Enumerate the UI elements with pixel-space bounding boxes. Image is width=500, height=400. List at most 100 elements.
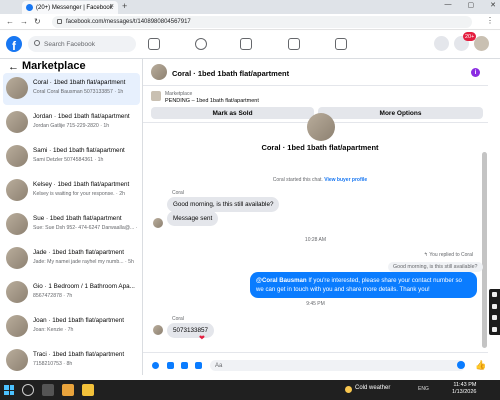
conversation-thumbnail — [6, 111, 28, 133]
facebook-favicon-icon — [26, 4, 33, 11]
clock-time: 11:43 PM — [453, 382, 477, 388]
sender-avatar[interactable] — [153, 325, 163, 335]
clock-date: 1/13/2026 — [452, 389, 477, 395]
file-explorer-icon[interactable] — [82, 384, 94, 396]
screenshot-icon[interactable] — [492, 303, 497, 309]
conversation-title: Sue · 1bed 1bath flat/apartment — [33, 215, 122, 222]
camera-icon[interactable] — [492, 292, 497, 298]
marketplace-icon[interactable] — [288, 38, 300, 50]
conversation-title: Sami · 1bed 1bath flat/apartment — [33, 147, 125, 154]
photo-icon[interactable] — [167, 362, 174, 369]
gaming-icon[interactable] — [335, 38, 347, 50]
language-indicator[interactable]: ENG — [418, 386, 429, 392]
sender-name: Coral — [172, 316, 184, 322]
conversation-item[interactable]: Jordan · 1bed 1bath flat/apartment Jordan… — [3, 107, 140, 139]
conversation-title: Jade · 1bed 1bath flat/apartment — [33, 249, 125, 256]
lock-icon — [57, 19, 62, 24]
close-tab-icon[interactable]: × — [110, 3, 114, 10]
started-text: Coral started this chat. — [272, 177, 323, 183]
conversation-thumbnail — [6, 349, 28, 371]
conversation-thumbnail — [6, 315, 28, 337]
message-input[interactable]: Aa — [210, 360, 465, 371]
profile-avatar[interactable] — [474, 36, 489, 51]
conversation-item[interactable]: Coral · 1bed 1bath flat/apartment Coral C… — [3, 73, 140, 105]
info-icon[interactable]: i — [471, 68, 480, 77]
settings-icon[interactable] — [492, 315, 497, 321]
mention[interactable]: @Coral Bausman — [256, 277, 307, 284]
gif-icon[interactable] — [195, 362, 202, 369]
conversation-title: Coral · 1bed 1bath flat/apartment — [261, 143, 379, 152]
quoted-message[interactable]: Good morning, is this still available? — [388, 262, 483, 272]
forward-button[interactable]: → — [20, 17, 28, 26]
weather-text[interactable]: Cold weather — [355, 385, 390, 391]
chrome-icon[interactable] — [62, 384, 74, 396]
conversation-item[interactable]: Joan · 1bed 1bath flat/apartment Joan: Ke… — [3, 311, 140, 343]
sender-name: Coral — [172, 190, 184, 196]
home-icon[interactable] — [148, 38, 160, 50]
conversation-item[interactable]: Gio · 1 Bedroom / 1 Bathroom Apa... 85674… — [3, 277, 140, 309]
maximize-button[interactable]: ▢ — [468, 1, 475, 9]
conversation-item[interactable]: Kelsey · 1bed 1bath flat/apartment Kelsey… — [3, 175, 140, 207]
crop-icon[interactable] — [492, 326, 497, 332]
clock[interactable]: 11:43 PM 1/13/2026 — [452, 382, 476, 396]
listing-thumbnail[interactable] — [151, 91, 161, 101]
tab-title: (20+) Messenger | Facebook — [36, 4, 113, 11]
conversation-preview: Joan: Kenzie · 7h — [33, 327, 74, 333]
incoming-message[interactable]: Message sent — [167, 211, 219, 226]
incoming-message[interactable]: Good morning, is this still available? — [167, 197, 280, 212]
conversation-thumbnail — [6, 213, 28, 235]
conversation-title: Jordan · 1bed 1bath flat/apartment — [33, 113, 130, 120]
video-icon[interactable] — [240, 38, 252, 50]
header-divider — [143, 85, 488, 86]
chat-scrollbar[interactable] — [482, 152, 487, 348]
listing-status[interactable]: PENDING – 1bed 1bath flat/apartment — [165, 98, 259, 104]
back-button[interactable]: ← — [6, 17, 14, 26]
emoji-icon[interactable] — [457, 361, 465, 369]
conversation-item[interactable]: Jade · 1bed 1bath flat/apartment Jade: My… — [3, 243, 140, 275]
conversation-preview: Sami Detzler 5074584361 · 1h — [33, 157, 104, 163]
reply-note: ↰ You replied to Coral — [423, 252, 473, 258]
conversation-thumbnail — [6, 247, 28, 269]
url-field[interactable]: facebook.com/messages/t/1408980804567917 — [52, 16, 472, 28]
browser-menu-button[interactable]: ⋮ — [486, 16, 494, 25]
chat-header-avatar[interactable] — [151, 64, 167, 80]
conversation-title: Coral · 1bed 1bath flat/apartment — [33, 79, 126, 86]
sticker-icon[interactable] — [181, 362, 188, 369]
search-input[interactable]: Search Facebook — [28, 36, 136, 52]
floating-toolbar[interactable] — [489, 289, 500, 335]
incoming-message[interactable]: 5073133857 — [167, 323, 215, 338]
search-placeholder: Search Facebook — [44, 40, 95, 48]
more-options-button[interactable]: More Options — [318, 107, 483, 119]
new-tab-button[interactable]: + — [122, 1, 127, 11]
back-arrow-icon[interactable]: ← — [8, 61, 19, 73]
conversation-preview: Coral Coral Bausman 5073133857 · 1h — [33, 89, 124, 95]
menu-grid-icon[interactable] — [434, 36, 449, 51]
task-view-icon[interactable] — [42, 384, 54, 396]
sender-avatar[interactable] — [153, 218, 163, 228]
mark-as-sold-button[interactable]: Mark as Sold — [151, 107, 314, 119]
friends-icon[interactable] — [195, 38, 207, 50]
conversation-item[interactable]: Sue · 1bed 1bath flat/apartment Sue: Sue … — [3, 209, 140, 241]
close-window-button[interactable]: ✕ — [490, 1, 496, 9]
view-buyer-profile-link[interactable]: View buyer profile — [324, 177, 367, 183]
like-button[interactable]: 👍 — [475, 360, 486, 371]
microphone-icon[interactable] — [152, 362, 159, 369]
conversation-preview: Sue: Sue Dsh 952- 474-6247 Darwaalla@...… — [33, 225, 137, 231]
window-controls: — ▢ ✕ — [445, 1, 497, 9]
minimize-button[interactable]: — — [445, 1, 452, 9]
reload-button[interactable]: ↻ — [34, 17, 41, 26]
browser-tab[interactable]: (20+) Messenger | Facebook × — [22, 1, 118, 14]
search-icon[interactable] — [22, 384, 34, 396]
conversation-thumbnail — [6, 77, 28, 99]
heart-reaction-icon[interactable]: ❤ — [199, 334, 205, 342]
search-icon — [34, 40, 40, 46]
conversation-preview: Jordan Gatlije 715-229-2820 · 1h — [33, 123, 110, 129]
timestamp: 9:45 PM — [306, 301, 325, 307]
conversation-item[interactable]: Traci · 1bed 1bath flat/apartment 7158210… — [3, 345, 140, 377]
facebook-logo[interactable]: f — [6, 36, 22, 52]
conversation-item[interactable]: Sami · 1bed 1bath flat/apartment Sami Det… — [3, 141, 140, 173]
conversation-thumbnail — [6, 281, 28, 303]
chat-header-title[interactable]: Coral · 1bed 1bath flat/apartment — [172, 69, 289, 78]
outgoing-message[interactable]: @Coral Bausman If you're interested, ple… — [250, 272, 477, 298]
start-button[interactable] — [4, 385, 14, 395]
